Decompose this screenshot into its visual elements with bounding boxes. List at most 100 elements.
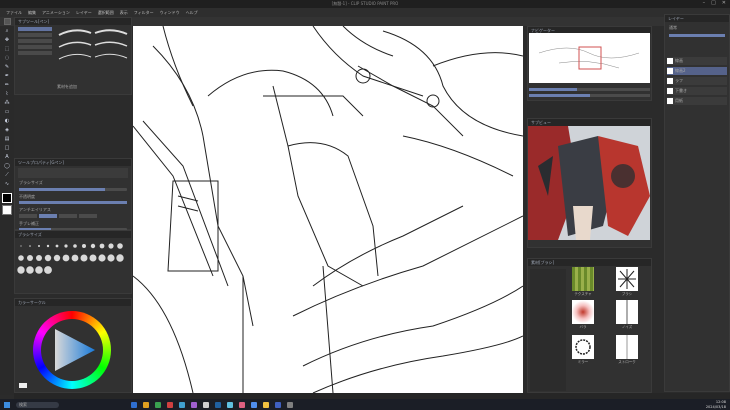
folder-icon[interactable]: [143, 401, 149, 408]
select-tool-icon[interactable]: ⬚: [4, 46, 11, 53]
opacity-slider[interactable]: [19, 201, 127, 204]
app-icon[interactable]: [227, 401, 233, 408]
layer-row[interactable]: 用紙: [667, 97, 727, 105]
menu-help[interactable]: ヘルプ: [186, 10, 198, 16]
brush-size-slider[interactable]: [19, 188, 127, 191]
material-thumb[interactable]: [572, 267, 594, 291]
property-label: 不透明度: [19, 194, 35, 199]
material-thumb[interactable]: [616, 300, 638, 324]
taskbar-search[interactable]: 検索: [16, 401, 59, 408]
pencil-tool-icon[interactable]: ✏: [4, 82, 11, 89]
close-icon[interactable]: ✕: [722, 0, 726, 6]
brush-item[interactable]: [18, 51, 52, 55]
menu-animation[interactable]: アニメーション: [42, 10, 70, 16]
antialias-strong[interactable]: [79, 214, 97, 218]
navigator-rotate-slider[interactable]: [529, 94, 650, 97]
brush-item[interactable]: [18, 33, 52, 37]
menu-selection[interactable]: 選択範囲: [98, 10, 114, 16]
drawing-canvas[interactable]: [132, 25, 524, 394]
app-icon[interactable]: [203, 401, 209, 408]
blend-mode-select[interactable]: 通常: [669, 25, 725, 31]
sub-color-swatch[interactable]: [2, 205, 12, 215]
layer-opacity-slider[interactable]: [669, 34, 725, 37]
correct-line-tool-icon[interactable]: ∿: [4, 181, 11, 188]
brush-size-grid[interactable]: [15, 238, 131, 292]
material-thumb[interactable]: [572, 300, 594, 324]
app-icon[interactable]: [131, 401, 137, 408]
menu-window[interactable]: ウィンドウ: [160, 10, 180, 16]
app-icon[interactable]: [167, 401, 173, 408]
clock-date: 2024/03/18: [705, 404, 726, 409]
fill-tool-icon[interactable]: ◈: [4, 127, 11, 134]
antialias-none[interactable]: [19, 214, 37, 218]
menu-bar: ファイル 編集 アニメーション レイヤー 選択範囲 表示 フィルター ウィンドウ…: [0, 8, 730, 17]
material-thumb[interactable]: [572, 335, 594, 359]
brush-strokes-preview[interactable]: [55, 25, 131, 75]
reference-image[interactable]: [528, 126, 650, 240]
menu-layer[interactable]: レイヤー: [76, 10, 92, 16]
material-tree[interactable]: [530, 269, 566, 391]
menu-file[interactable]: ファイル: [6, 10, 22, 16]
material-caption: ストローク: [618, 360, 636, 364]
maximize-icon[interactable]: □: [711, 0, 716, 6]
eraser-tool-icon[interactable]: ▭: [4, 109, 11, 116]
layer-thumb: [667, 98, 673, 104]
layer-row[interactable]: 下書き: [667, 87, 727, 95]
material-thumb[interactable]: [616, 267, 638, 291]
app-icon[interactable]: [239, 401, 245, 408]
saturation-triangle[interactable]: [33, 311, 111, 389]
ruler-tool-icon[interactable]: ⟋: [4, 172, 11, 179]
navigator-zoom-slider[interactable]: [529, 88, 650, 91]
balloon-tool-icon[interactable]: ◯: [4, 163, 11, 170]
figure-tool-icon[interactable]: □: [4, 145, 11, 152]
material-thumb[interactable]: [616, 335, 638, 359]
menu-view[interactable]: 表示: [120, 10, 128, 16]
text-tool-icon[interactable]: A: [4, 154, 11, 161]
layer-name: 用紙: [675, 98, 683, 103]
layer-name: 線画: [675, 58, 683, 63]
app-icon[interactable]: [287, 401, 293, 408]
brush-item[interactable]: [18, 45, 52, 49]
layer-name: ラフ: [675, 78, 683, 83]
zoom-tool-icon[interactable]: ⌕: [4, 28, 11, 35]
brush-tool-icon[interactable]: ⌇: [4, 91, 11, 98]
layer-row[interactable]: 線画: [667, 57, 727, 65]
material-title: 素材[ブラシ]: [528, 259, 651, 266]
new-file-button[interactable]: [4, 18, 11, 25]
main-color-swatch[interactable]: [2, 193, 12, 203]
add-material-link[interactable]: 素材を追加: [57, 84, 77, 90]
app-icon[interactable]: [275, 401, 281, 408]
material-panel: 素材[ブラシ] テクスチャ ブラシ バラ ノイズ ミラー ストローク: [527, 258, 652, 393]
airbrush-tool-icon[interactable]: ⁂: [4, 100, 11, 107]
menu-edit[interactable]: 編集: [28, 10, 36, 16]
app-icon[interactable]: [179, 401, 185, 408]
layer-row[interactable]: ラフ: [667, 77, 727, 85]
app-icon[interactable]: [251, 401, 257, 408]
antialias-weak[interactable]: [39, 214, 57, 218]
app-icon[interactable]: [191, 401, 197, 408]
material-caption: ブラシ: [621, 292, 633, 296]
eyedropper-icon[interactable]: ✎: [4, 64, 11, 71]
sub-tool-panel-title: サブツール[ペン]: [15, 18, 131, 25]
gradient-tool-icon[interactable]: ▤: [4, 136, 11, 143]
move-tool-icon[interactable]: ✥: [4, 37, 11, 44]
brush-item[interactable]: [18, 39, 52, 43]
lasso-tool-icon[interactable]: ◌: [4, 55, 11, 62]
property-label: ブラシサイズ: [19, 180, 43, 185]
antialias-medium[interactable]: [59, 214, 77, 218]
brush-item[interactable]: [18, 27, 52, 31]
material-caption: ミラー: [577, 360, 589, 364]
app-icon[interactable]: [263, 401, 269, 408]
property-label: 手ブレ補正: [19, 221, 39, 226]
blend-tool-icon[interactable]: ◐: [4, 118, 11, 125]
start-icon[interactable]: [4, 401, 10, 408]
layer-row-selected[interactable]: 線画2: [667, 67, 727, 75]
menu-filter[interactable]: フィルター: [134, 10, 154, 16]
pen-tool-icon[interactable]: ✒: [4, 73, 11, 80]
minimize-icon[interactable]: –: [703, 0, 706, 6]
taskbar-clock[interactable]: 12:08 2024/03/18: [706, 400, 726, 409]
app-icon[interactable]: [215, 401, 221, 408]
color-history-swatch[interactable]: [19, 383, 27, 388]
app-icon[interactable]: [155, 401, 161, 408]
navigator-preview[interactable]: [529, 33, 650, 83]
